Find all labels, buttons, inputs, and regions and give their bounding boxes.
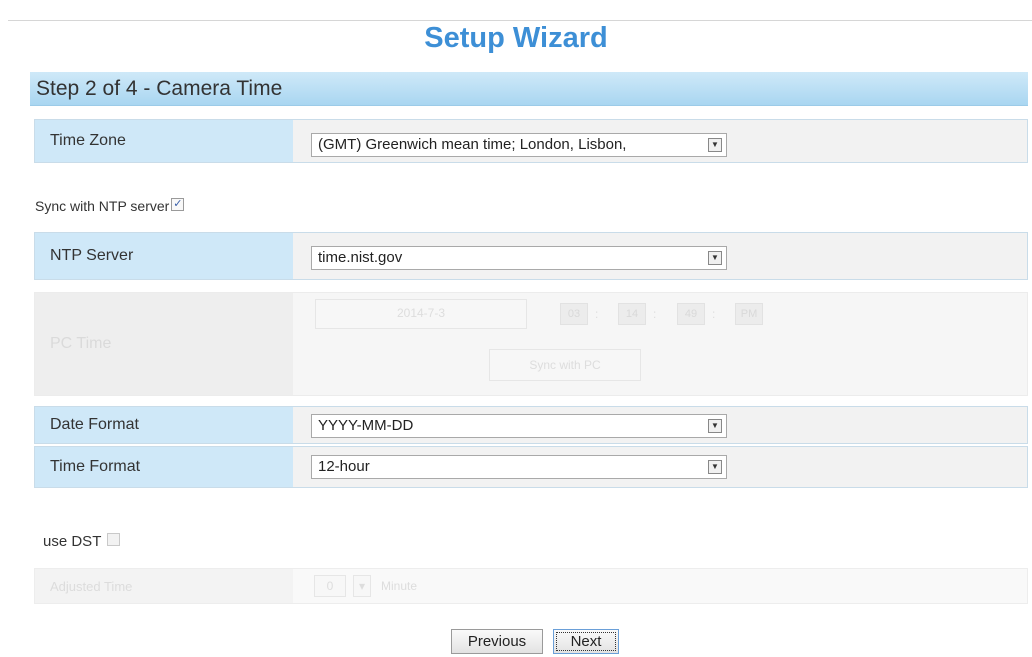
dst-adjust-value: 0 — [314, 575, 346, 597]
pc-time-label: PC Time — [35, 293, 293, 395]
pc-date-input: 2014-7-3 — [315, 299, 527, 329]
pc-minute-box: 14 — [618, 303, 646, 325]
dst-adjust-label: Adjusted Time — [35, 569, 293, 603]
wizard-title: Setup Wizard — [424, 22, 608, 54]
previous-button[interactable]: Previous — [451, 629, 543, 654]
date-format-select[interactable]: YYYY-MM-DD ▼ — [311, 414, 727, 438]
dst-label: use DST — [43, 533, 102, 550]
date-format-row: Date Format YYYY-MM-DD ▼ — [34, 406, 1028, 444]
date-format-label: Date Format — [35, 407, 293, 443]
dst-adjust-row: Adjusted Time 0 ▾ Minute — [34, 568, 1028, 604]
ntp-sync-checkbox[interactable]: ✓ — [171, 198, 185, 211]
date-format-value: YYYY-MM-DD — [318, 417, 414, 434]
time-zone-label: Time Zone — [35, 120, 293, 162]
time-zone-row: Time Zone (GMT) Greenwich mean time; Lon… — [34, 119, 1028, 163]
chevron-down-icon[interactable]: ▼ — [708, 251, 722, 265]
time-separator: : — [712, 307, 716, 321]
chevron-down-icon[interactable]: ▼ — [708, 460, 722, 474]
time-format-label: Time Format — [35, 447, 293, 487]
time-format-value: 12-hour — [318, 458, 370, 475]
chevron-down-icon[interactable]: ▼ — [708, 138, 722, 152]
chevron-down-icon: ▾ — [353, 575, 371, 597]
time-separator: : — [653, 307, 657, 321]
pc-time-row: PC Time 2014-7-3 03 : 14 : 49 : PM Sync … — [34, 292, 1028, 396]
pc-ampm-box: PM — [735, 303, 763, 325]
ntp-sync-label: Sync with NTP server — [35, 198, 170, 214]
dst-adjust-unit: Minute — [381, 579, 418, 593]
ntp-sync-line: Sync with NTP server ✓ — [35, 198, 185, 214]
sync-with-pc-button: Sync with PC — [489, 349, 641, 381]
next-button[interactable]: Next — [553, 629, 619, 654]
pc-hour-box: 03 — [560, 303, 588, 325]
time-separator: : — [595, 307, 599, 321]
time-zone-select[interactable]: (GMT) Greenwich mean time; London, Lisbo… — [311, 133, 727, 157]
step-header: Step 2 of 4 - Camera Time — [30, 72, 1028, 106]
chevron-down-icon[interactable]: ▼ — [708, 419, 722, 433]
time-format-select[interactable]: 12-hour ▼ — [311, 455, 727, 479]
time-format-row: Time Format 12-hour ▼ — [34, 446, 1028, 488]
ntp-server-value: time.nist.gov — [318, 249, 403, 266]
top-divider — [8, 20, 1032, 21]
dst-line: use DST — [43, 533, 121, 550]
ntp-server-row: NTP Server time.nist.gov ▼ — [34, 232, 1028, 280]
ntp-server-label: NTP Server — [35, 233, 293, 279]
dst-checkbox[interactable] — [107, 533, 121, 546]
pc-second-box: 49 — [677, 303, 705, 325]
time-zone-value: (GMT) Greenwich mean time; London, Lisbo… — [318, 136, 627, 153]
ntp-server-select[interactable]: time.nist.gov ▼ — [311, 246, 727, 270]
